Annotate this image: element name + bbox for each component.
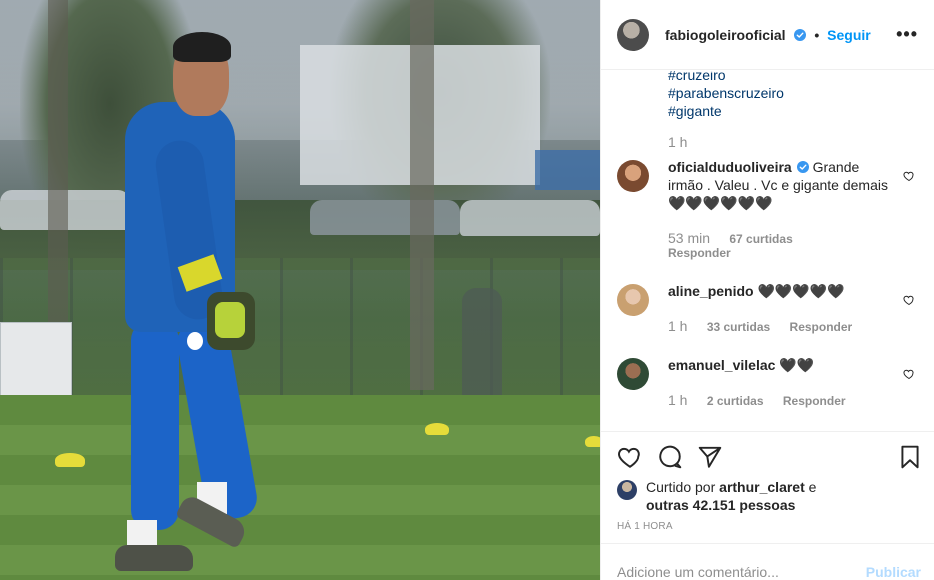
reply-button[interactable]: Responder (783, 394, 846, 408)
photo-building (535, 150, 600, 190)
post-sidebar: fabiogoleirooficial • Seguir ••• #cruzei… (600, 0, 934, 580)
hashtag-link[interactable]: #cruzeiro (668, 71, 784, 84)
hashtag-link[interactable]: #gigante (668, 102, 784, 120)
commenter-username[interactable]: oficialduduoliveira (668, 159, 792, 175)
likes-text: Curtido por arthur_claret e outras 42.15… (646, 478, 816, 514)
photo-grass (0, 395, 600, 580)
heart-icon[interactable] (903, 170, 915, 182)
comment-text: 🖤🖤🖤🖤🖤 (757, 283, 845, 299)
player-leg (131, 320, 179, 530)
commenter-avatar[interactable] (617, 358, 649, 390)
liker-username[interactable]: arthur_claret (719, 479, 805, 495)
header-separator: • (814, 26, 820, 43)
comment-body: emanuel_vilelac 🖤🖤 (668, 356, 888, 374)
photo-pole (410, 0, 434, 390)
comment-time[interactable]: 1 h (668, 392, 687, 408)
hashtag-link[interactable]: #parabenscruzeiro (668, 84, 784, 102)
liker-avatar[interactable] (617, 480, 637, 500)
likes-prefix: Curtido por (646, 479, 716, 495)
verified-badge-icon (794, 28, 807, 41)
commenter-avatar[interactable] (617, 284, 649, 316)
post-timestamp[interactable]: HÁ 1 HORA (617, 521, 673, 532)
commenter-username[interactable]: emanuel_vilelac (668, 357, 775, 373)
share-icon[interactable] (697, 444, 723, 470)
verified-badge-icon (796, 161, 809, 173)
comments-list[interactable]: #cruzeiro #parabenscruzeiro #gigante 1 h… (601, 71, 934, 431)
author-avatar[interactable] (617, 18, 649, 51)
caption-time[interactable]: 1 h (668, 134, 687, 150)
comment-time[interactable]: 53 min (668, 230, 710, 246)
comment-meta: 53 min 67 curtidas (668, 230, 809, 246)
reply-button[interactable]: Responder (668, 246, 731, 260)
comment-meta: 1 h 33 curtidas Responder (668, 318, 868, 334)
player-glove (207, 292, 255, 350)
comment-reply-row: Responder (668, 246, 747, 260)
comment-likes[interactable]: 33 curtidas (707, 320, 770, 334)
commenter-avatar[interactable] (617, 160, 649, 192)
post-header: fabiogoleirooficial • Seguir ••• (601, 0, 934, 70)
likes-conjunction: e (808, 479, 817, 495)
reply-button[interactable]: Responder (790, 320, 853, 334)
heart-icon[interactable] (617, 444, 643, 470)
comment-body: aline_penido 🖤🖤🖤🖤🖤 (668, 282, 888, 300)
add-comment-bar: Adicione um comentário... Publicar (601, 543, 934, 580)
player-hair (173, 32, 231, 62)
likes-count-link[interactable]: outras 42.151 pessoas (646, 497, 795, 513)
comment-likes[interactable]: 2 curtidas (707, 394, 764, 408)
photo-cone (585, 436, 600, 447)
comment-time[interactable]: 1 h (668, 318, 687, 334)
photo-car (460, 200, 600, 236)
post-photo[interactable] (0, 0, 600, 580)
player-boot (115, 545, 193, 571)
comment-body: oficialduduoliveira Grande irmão . Valeu… (668, 158, 888, 212)
photo-car (310, 200, 460, 235)
photo-goalkeeper (115, 30, 285, 580)
photo-cone (55, 453, 85, 467)
publish-button[interactable]: Publicar (866, 564, 921, 580)
bookmark-icon[interactable] (897, 444, 923, 470)
author-username-text[interactable]: fabiogoleirooficial (665, 27, 786, 43)
likes-summary: Curtido por arthur_claret e outras 42.15… (617, 478, 816, 514)
author-username[interactable]: fabiogoleirooficial • Seguir (665, 27, 871, 43)
comment-icon[interactable] (657, 444, 683, 470)
photo-bystander (462, 288, 502, 400)
heart-icon[interactable] (903, 294, 915, 306)
comment-meta: 1 h 2 curtidas Responder (668, 392, 862, 408)
heart-icon[interactable] (903, 368, 915, 380)
follow-button[interactable]: Seguir (827, 27, 871, 43)
player-crest (187, 332, 203, 350)
comment-likes[interactable]: 67 curtidas (729, 232, 792, 246)
photo-sign (0, 322, 72, 396)
caption-hashtags: #cruzeiro #parabenscruzeiro #gigante (668, 71, 784, 120)
comment-text: 🖤🖤 (779, 357, 815, 373)
photo-fence (0, 258, 600, 398)
commenter-username[interactable]: aline_penido (668, 283, 754, 299)
more-options-icon[interactable]: ••• (896, 24, 918, 45)
photo-cone (425, 423, 449, 435)
comment-input[interactable]: Adicione um comentário... (617, 564, 779, 580)
action-bar: Curtido por arthur_claret e outras 42.15… (601, 431, 934, 543)
